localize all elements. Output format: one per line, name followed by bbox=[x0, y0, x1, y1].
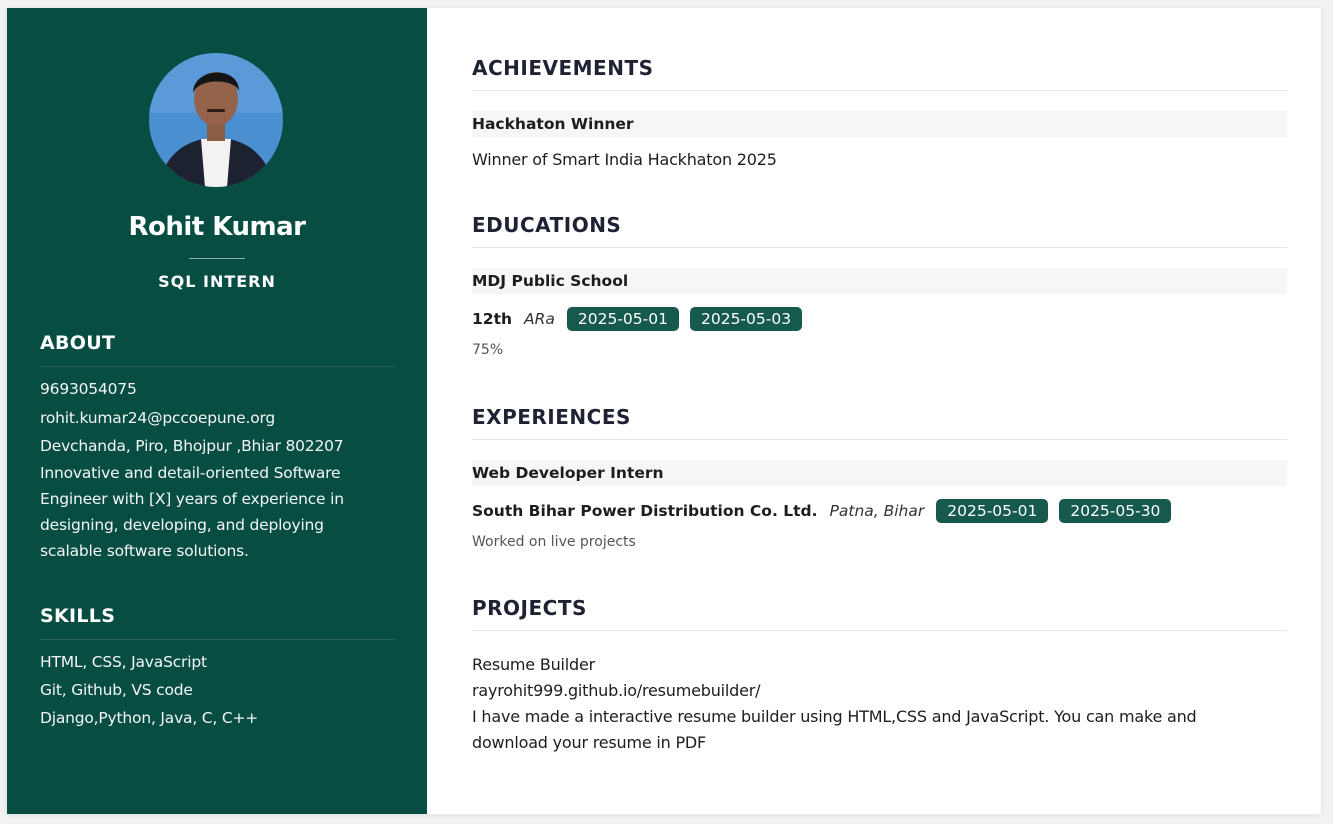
projects-section: PROJECTS Resume Builder rayrohit999.gith… bbox=[472, 596, 1287, 756]
about-summary-line: Innovative and detail-oriented Software bbox=[40, 464, 341, 482]
achievement-title: Hackhaton Winner bbox=[472, 111, 1287, 137]
experience-company: South Bihar Power Distribution Co. Ltd. bbox=[472, 502, 818, 520]
project-name: Resume Builder bbox=[472, 655, 596, 674]
about-summary-line: Engineer with [X] years of experience in bbox=[40, 490, 344, 508]
skill-item: Git, Github, VS code bbox=[40, 681, 193, 699]
skill-item: Django,Python, Java, C, C++ bbox=[40, 709, 259, 727]
about-summary-line: scalable software solutions. bbox=[40, 542, 249, 560]
experience-details-row: South Bihar Power Distribution Co. Ltd. … bbox=[472, 498, 1287, 524]
profile-name: Rohit Kumar bbox=[128, 212, 306, 242]
education-score: 75% bbox=[472, 342, 504, 358]
education-end-date-badge: 2025-05-03 bbox=[689, 307, 803, 331]
education-school: MDJ Public School bbox=[472, 268, 1287, 294]
achievements-section: ACHIEVEMENTS Hackhaton Winner Winner of … bbox=[472, 56, 1287, 173]
education-level: 12th bbox=[472, 310, 513, 328]
experience-title: Web Developer Intern bbox=[472, 460, 1287, 486]
profile-role: SQL INTERN bbox=[158, 272, 276, 291]
sidebar: Rohit Kumar SQL INTERN ABOUT 9693054075 … bbox=[7, 8, 427, 814]
resume-page: Rohit Kumar SQL INTERN ABOUT 9693054075 … bbox=[7, 8, 1321, 814]
project-description-line: download your resume in PDF bbox=[472, 733, 707, 752]
skills-heading: SKILLS bbox=[40, 605, 395, 640]
projects-heading: PROJECTS bbox=[472, 596, 1287, 631]
profile-photo-icon bbox=[149, 53, 283, 187]
about-heading: ABOUT bbox=[40, 332, 395, 367]
about-email: rohit.kumar24@pccoepune.org bbox=[40, 409, 276, 427]
experience-description: Worked on live projects bbox=[472, 534, 636, 550]
experiences-heading: EXPERIENCES bbox=[472, 405, 1287, 440]
about-summary-line: designing, developing, and deploying bbox=[40, 516, 324, 534]
experiences-section: EXPERIENCES Web Developer Intern South B… bbox=[472, 405, 1287, 550]
project-link[interactable]: rayrohit999.github.io/resumebuilder/ bbox=[472, 678, 1287, 704]
avatar bbox=[149, 53, 283, 187]
experience-location: Patna, Bihar bbox=[829, 502, 925, 520]
educations-heading: EDUCATIONS bbox=[472, 213, 1287, 248]
experience-end-date-badge: 2025-05-30 bbox=[1059, 499, 1172, 523]
achievements-heading: ACHIEVEMENTS bbox=[472, 56, 1287, 91]
achievement-description: Winner of Smart India Hackhaton 2025 bbox=[472, 150, 777, 169]
skill-item: HTML, CSS, JavaScript bbox=[40, 653, 207, 671]
about-address: Devchanda, Piro, Bhojpur ,Bhiar 802207 bbox=[40, 437, 344, 455]
name-divider bbox=[189, 258, 245, 259]
skills-section: SKILLS HTML, CSS, JavaScript Git, Github… bbox=[40, 605, 395, 732]
about-phone: 9693054075 bbox=[40, 380, 137, 398]
education-start-date-badge: 2025-05-01 bbox=[566, 307, 679, 331]
about-section: ABOUT 9693054075 rohit.kumar24@pccoepune… bbox=[40, 332, 395, 564]
education-place: ARa bbox=[524, 310, 555, 328]
education-details-row: 12th ARa 2025-05-01 2025-05-03 bbox=[472, 306, 1287, 332]
project-description-line: I have made a interactive resume builder… bbox=[472, 707, 1197, 726]
educations-section: EDUCATIONS MDJ Public School 12th ARa 20… bbox=[472, 213, 1287, 358]
experience-start-date-badge: 2025-05-01 bbox=[936, 499, 1049, 523]
